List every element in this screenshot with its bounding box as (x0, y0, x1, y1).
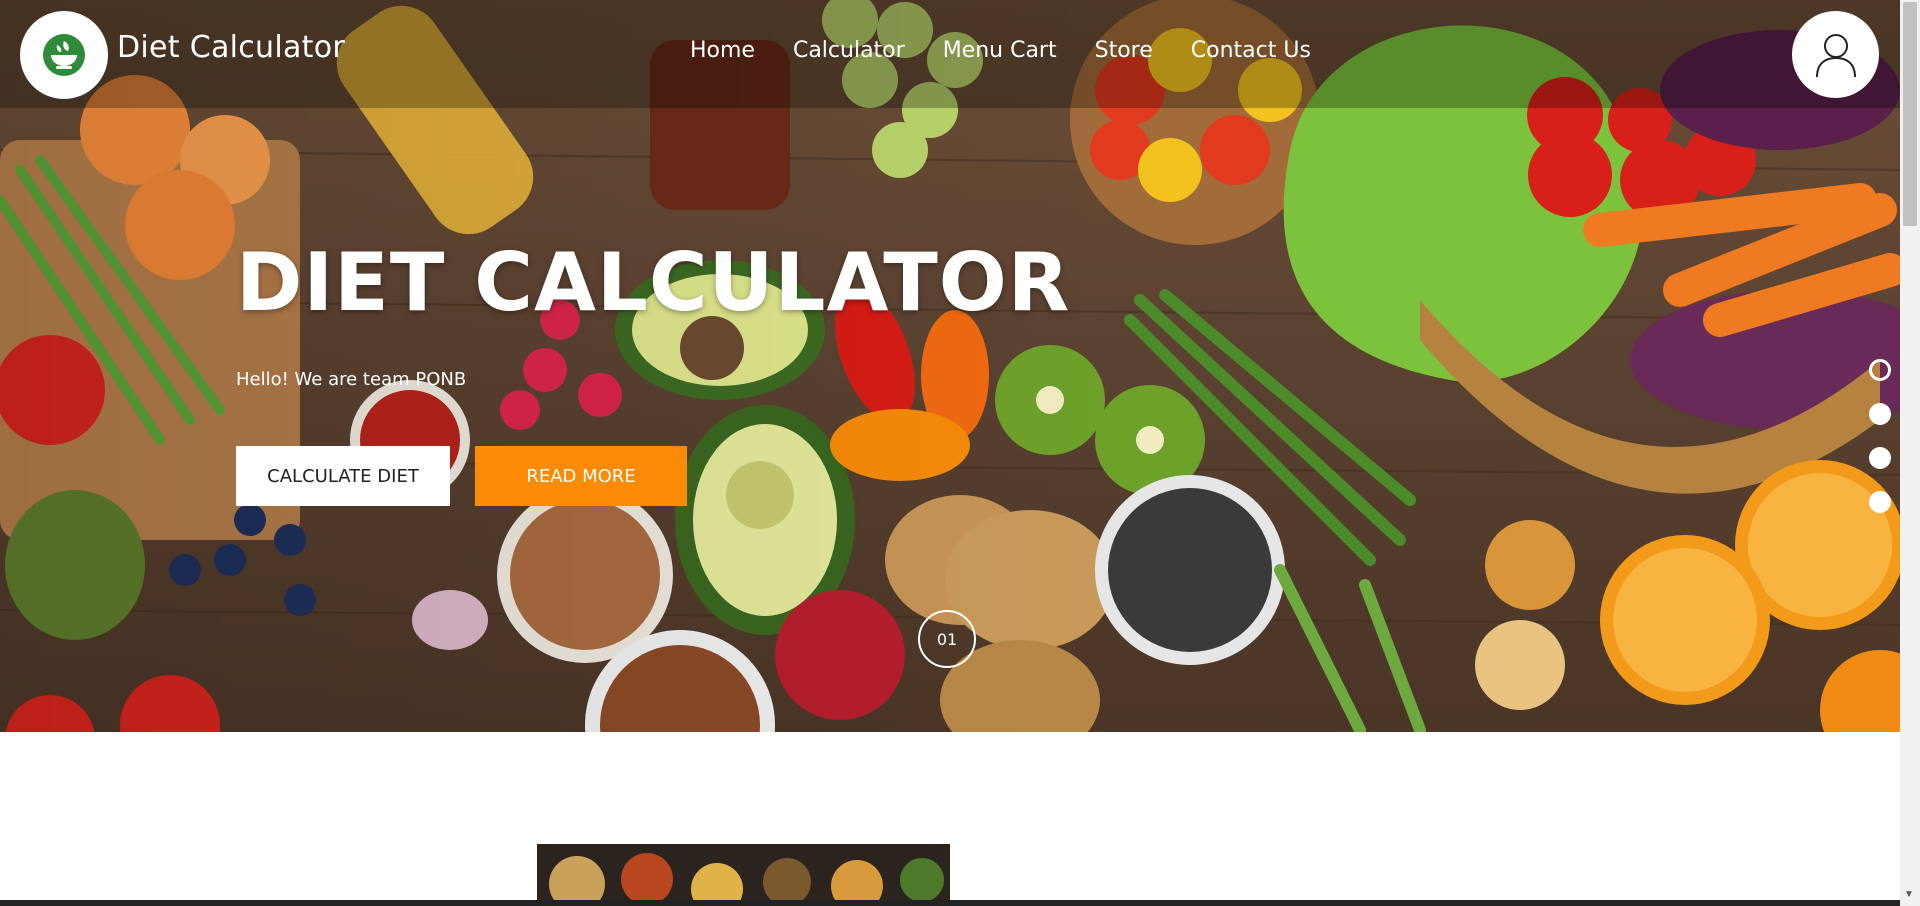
read-more-button[interactable]: READ MORE (475, 446, 687, 506)
top-navbar: Diet Calculator Home Calculator Menu Car… (0, 0, 1900, 108)
spices-image (537, 844, 950, 906)
salad-bowl-icon (43, 34, 85, 76)
main-nav: Home Calculator Menu Cart Store Contact … (690, 38, 1349, 63)
slider-dot-4[interactable] (1869, 491, 1891, 513)
brand-name[interactable]: Diet Calculator (117, 30, 345, 65)
scroll-down-arrow-icon[interactable]: ▼ (1904, 889, 1914, 900)
slider-pagination (1869, 359, 1891, 535)
user-account-button[interactable] (1792, 11, 1879, 98)
section-food-image (537, 844, 950, 906)
scrollbar-thumb[interactable] (1903, 2, 1917, 226)
hero-subtitle: Hello! We are team PONB (236, 369, 467, 390)
nav-home[interactable]: Home (690, 38, 755, 63)
slide-number-badge: 01 (918, 610, 976, 668)
slider-dot-1[interactable] (1869, 359, 1891, 381)
calculate-diet-button[interactable]: CALCULATE DIET (236, 446, 450, 506)
nav-menu-cart[interactable]: Menu Cart (943, 38, 1057, 63)
browser-bottom-edge (0, 900, 1900, 906)
slider-dot-2[interactable] (1869, 403, 1891, 425)
nav-store[interactable]: Store (1095, 38, 1153, 63)
hero-title: DIET CALCULATOR (236, 236, 1071, 329)
nav-calculator[interactable]: Calculator (793, 38, 905, 63)
user-icon (1815, 33, 1856, 77)
hero-banner: Diet Calculator Home Calculator Menu Car… (0, 0, 1900, 732)
slider-dot-3[interactable] (1869, 447, 1891, 469)
brand-logo[interactable] (20, 11, 108, 99)
nav-contact-us[interactable]: Contact Us (1191, 38, 1311, 63)
